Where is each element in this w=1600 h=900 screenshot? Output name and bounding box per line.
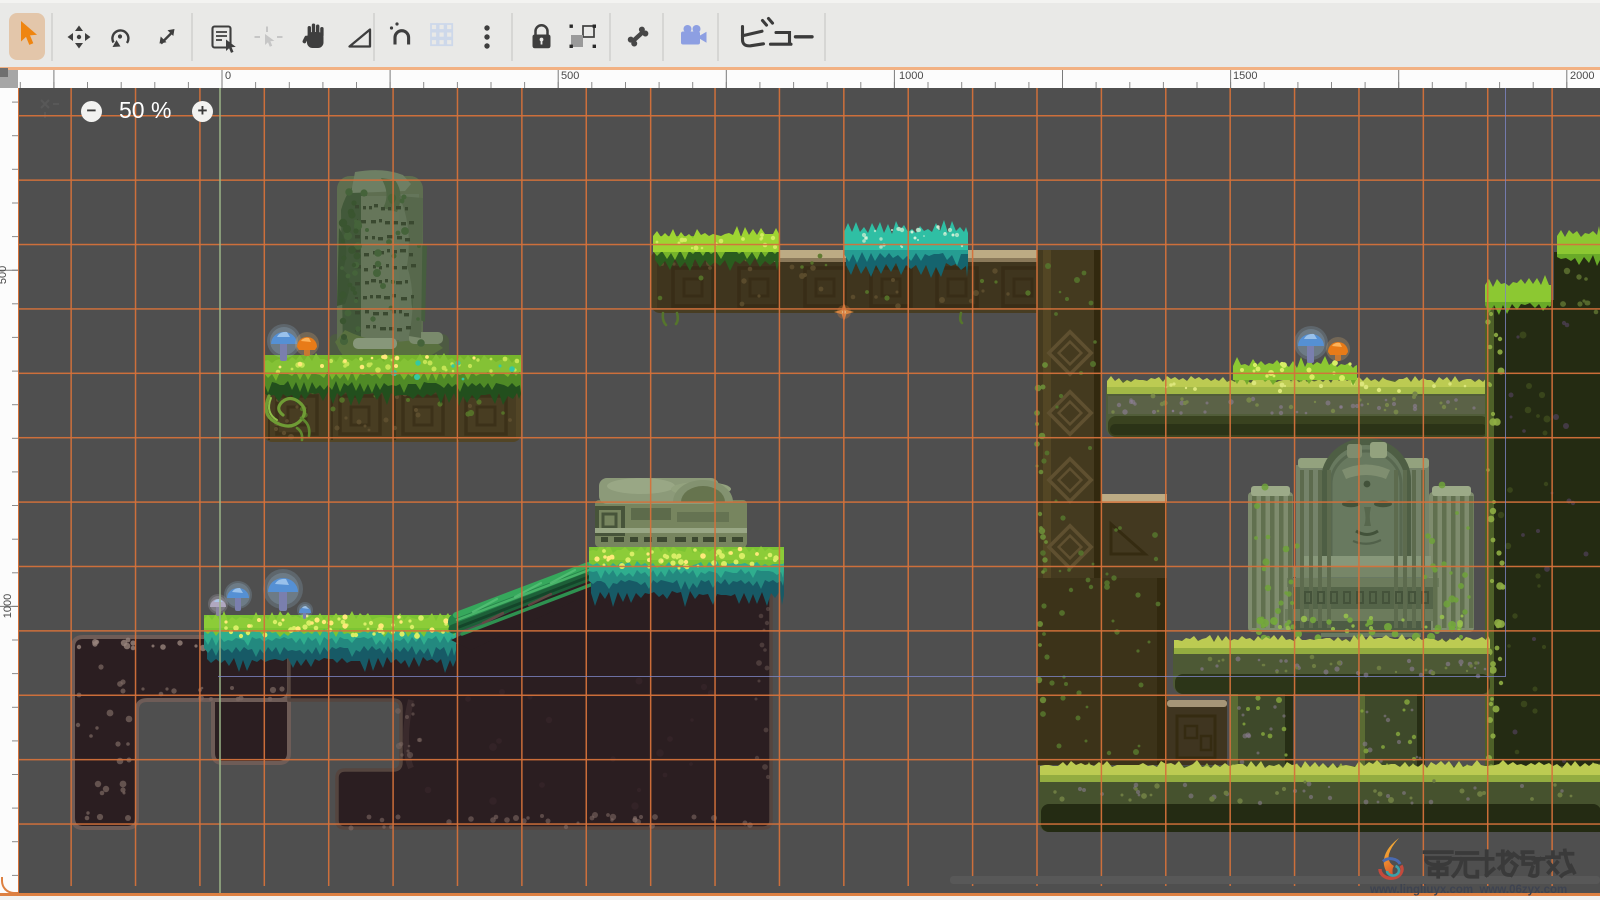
svg-text:1000: 1000: [2, 594, 14, 618]
svg-text:2000: 2000: [1570, 70, 1594, 82]
svg-text:0: 0: [225, 70, 231, 82]
svg-text:500: 500: [561, 70, 579, 82]
svg-text:500: 500: [0, 266, 9, 284]
svg-text:1000: 1000: [899, 70, 923, 82]
svg-text:1500: 1500: [1233, 70, 1257, 82]
